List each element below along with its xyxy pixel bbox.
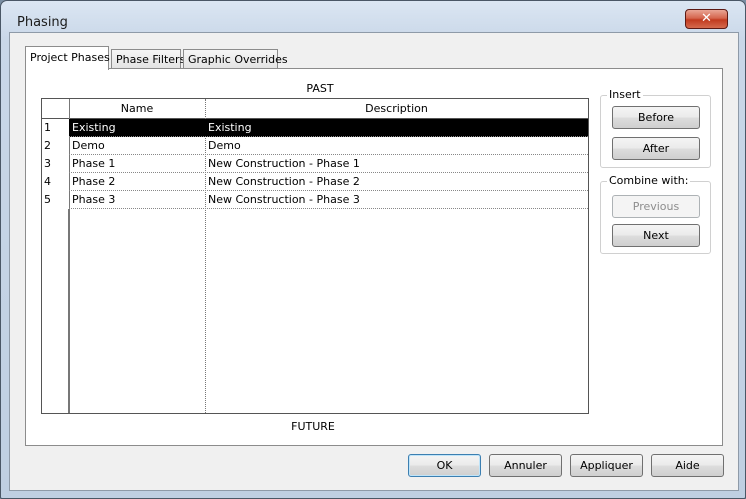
ok-button[interactable]: OK <box>408 454 481 477</box>
insert-after-button[interactable]: After <box>612 137 700 160</box>
row-number[interactable]: 1 <box>42 119 69 137</box>
phase-description-cell[interactable]: Demo <box>205 137 588 155</box>
table-row[interactable]: 3 Phase 1 New Construction - Phase 1 <box>42 155 588 173</box>
phase-description-cell[interactable]: New Construction - Phase 2 <box>205 173 588 191</box>
table-row[interactable]: 1 Existing Existing <box>42 119 588 137</box>
phase-name-cell[interactable]: Demo <box>69 137 205 155</box>
tab-phase-filters[interactable]: Phase Filters <box>111 49 185 69</box>
row-number[interactable]: 4 <box>42 173 69 191</box>
apply-button[interactable]: Appliquer <box>570 454 643 477</box>
phase-name-cell[interactable]: Existing <box>69 119 205 137</box>
combine-previous-button[interactable]: Previous <box>612 195 700 218</box>
row-number-column-empty <box>42 209 69 413</box>
phase-description-cell[interactable]: New Construction - Phase 3 <box>205 191 588 209</box>
phases-grid: Name Description 1 Existing Existing 2 D… <box>41 98 589 414</box>
close-button[interactable]: ✕ <box>685 9 728 29</box>
phase-name-cell[interactable]: Phase 2 <box>69 173 205 191</box>
insert-group-label: Insert <box>607 88 643 101</box>
row-number[interactable]: 5 <box>42 191 69 209</box>
phase-description-cell[interactable]: Existing <box>205 119 588 137</box>
column-header-name[interactable]: Name <box>69 99 205 119</box>
help-button[interactable]: Aide <box>651 454 724 477</box>
column-header-description[interactable]: Description <box>205 99 588 119</box>
window-title: Phasing <box>17 15 68 30</box>
table-row[interactable]: 4 Phase 2 New Construction - Phase 2 <box>42 173 588 191</box>
phasing-dialog: Phasing ✕ Project Phases Phase Filters G… <box>0 0 746 499</box>
row-number[interactable]: 3 <box>42 155 69 173</box>
phase-name-cell[interactable]: Phase 3 <box>69 191 205 209</box>
table-row[interactable]: 5 Phase 3 New Construction - Phase 3 <box>42 191 588 209</box>
phase-name-cell[interactable]: Phase 1 <box>69 155 205 173</box>
phase-description-cell[interactable]: New Construction - Phase 1 <box>205 155 588 173</box>
tab-graphic-overrides[interactable]: Graphic Overrides <box>183 49 288 69</box>
combine-group-label: Combine with: <box>607 174 691 187</box>
tab-project-phases[interactable]: Project Phases <box>25 46 110 70</box>
row-header-corner <box>42 99 69 119</box>
row-number[interactable]: 2 <box>42 137 69 155</box>
past-label: PAST <box>306 82 334 95</box>
insert-group: Insert Before After <box>600 88 711 168</box>
table-row[interactable]: 2 Demo Demo <box>42 137 588 155</box>
future-label: FUTURE <box>291 420 335 433</box>
combine-group: Combine with: Previous Next <box>600 174 711 254</box>
cancel-button[interactable]: Annuler <box>489 454 562 477</box>
combine-next-button[interactable]: Next <box>612 224 700 247</box>
dialog-body: Project Phases Phase Filters Graphic Ove… <box>9 32 739 491</box>
insert-before-button[interactable]: Before <box>612 106 700 129</box>
close-icon: ✕ <box>701 11 712 26</box>
